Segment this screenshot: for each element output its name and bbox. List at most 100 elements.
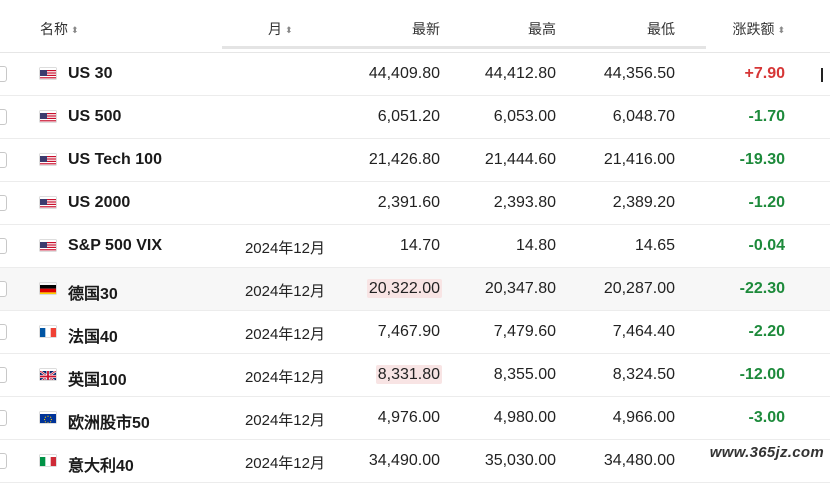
- low-price: 14.65: [634, 237, 675, 254]
- last-price: 34,490.00: [369, 452, 440, 470]
- last-price: 44,409.80: [369, 65, 440, 83]
- last-price: 20,322.00: [366, 279, 442, 298]
- instrument-name[interactable]: 意大利40: [68, 452, 134, 476]
- instrument-name[interactable]: 法国40: [68, 323, 118, 347]
- instrument-name[interactable]: 英国100: [68, 366, 127, 390]
- high-price: 20,347.80: [484, 280, 556, 297]
- high-price: 21,444.60: [484, 151, 556, 168]
- instrument-name[interactable]: US 2000: [68, 194, 130, 212]
- table-row[interactable]: US 2000 2,391.60 2,393.80 2,389.20 -1.20: [0, 182, 830, 225]
- row-checkbox[interactable]: [0, 281, 7, 297]
- table-row[interactable]: US Tech 100 21,426.80 21,444.60 21,416.00 -1…: [0, 139, 830, 182]
- table-row[interactable]: 欧洲股市50 2024年12月 4,976.00 4,980.00 4,966.00 -3…: [0, 397, 830, 440]
- eu-flag-icon: [40, 412, 56, 423]
- instrument-name[interactable]: US Tech 100: [68, 151, 162, 169]
- instrument-name[interactable]: US 500: [68, 108, 121, 126]
- last-price: 7,467.90: [378, 323, 440, 341]
- low-price: 2,389.20: [612, 194, 675, 211]
- change-value: +7.90: [744, 65, 785, 82]
- change-value: -12.00: [739, 366, 785, 383]
- last-price: 4,976.00: [378, 409, 440, 427]
- contract-month: 2024年12月: [244, 369, 325, 386]
- contract-month: 2024年12月: [244, 326, 325, 343]
- last-price-value: 6,051.20: [377, 108, 440, 125]
- high-price: 7,479.60: [493, 323, 556, 340]
- row-checkbox[interactable]: [0, 367, 7, 383]
- last-price-value: 20,322.00: [366, 279, 442, 298]
- it-flag-icon: [40, 455, 56, 466]
- row-checkbox[interactable]: [0, 410, 7, 426]
- low-price: 6,048.70: [612, 108, 675, 125]
- sort-icon: ⬍: [285, 25, 293, 35]
- contract-month: 2024年12月: [244, 283, 325, 300]
- table-header: 名称 ⬍ 月 ⬍ 最新 最高 最低 涨跌额 ⬍: [0, 0, 830, 53]
- row-checkbox[interactable]: [0, 66, 7, 82]
- col-header-change[interactable]: 涨跌额 ⬍: [732, 19, 785, 39]
- low-price: 20,287.00: [603, 280, 675, 297]
- col-header-month[interactable]: 月 ⬍: [268, 19, 293, 39]
- last-price-value: 8,331.80: [375, 365, 442, 384]
- low-price: 7,464.40: [612, 323, 675, 340]
- change-value: -1.70: [748, 108, 785, 125]
- change-value: -22.30: [739, 280, 785, 297]
- last-price-value: 7,467.90: [377, 323, 440, 340]
- table-row[interactable]: US 30 44,409.80 44,412.80 44,356.50 +7.90: [0, 53, 830, 96]
- row-checkbox[interactable]: [0, 324, 7, 340]
- row-checkbox[interactable]: [0, 109, 7, 125]
- last-price-value: 44,409.80: [368, 65, 440, 82]
- last-price-value: 2,391.60: [377, 194, 440, 211]
- header-scroll-indicator: [222, 46, 706, 49]
- col-header-change-label: 涨跌额: [732, 21, 775, 37]
- contract-month: 2024年12月: [244, 240, 325, 257]
- last-price: 8,331.80: [375, 365, 442, 384]
- us-flag-icon: [40, 197, 56, 208]
- low-price: 34,480.00: [603, 452, 675, 469]
- watermark: www.365jz.com: [709, 444, 824, 461]
- change-value: -0.04: [748, 237, 785, 254]
- table-row[interactable]: 英国100 2024年12月 8,331.80 8,355.00 8,324.50 -12…: [0, 354, 830, 397]
- col-header-low[interactable]: 最低: [647, 19, 675, 39]
- table-row[interactable]: S&P 500 VIX 2024年12月 14.70 14.80 14.65 -0.04: [0, 225, 830, 268]
- row-checkbox[interactable]: [0, 453, 7, 469]
- last-price: 2,391.60: [378, 194, 440, 212]
- instrument-name[interactable]: S&P 500 VIX: [68, 237, 162, 255]
- change-value: -2.20: [748, 323, 785, 340]
- instrument-name[interactable]: 德国30: [68, 280, 118, 304]
- us-flag-icon: [40, 154, 56, 165]
- contract-month: 2024年12月: [244, 455, 325, 472]
- low-price: 8,324.50: [612, 366, 675, 383]
- high-price: 14.80: [515, 237, 556, 254]
- high-price: 8,355.00: [493, 366, 556, 383]
- table-row[interactable]: 法国40 2024年12月 7,467.90 7,479.60 7,464.40 -2.2…: [0, 311, 830, 354]
- instrument-name[interactable]: 欧洲股市50: [68, 409, 150, 433]
- low-price: 4,966.00: [612, 409, 675, 426]
- col-header-month-label: 月: [268, 21, 282, 37]
- high-price: 35,030.00: [484, 452, 556, 469]
- col-header-name[interactable]: 名称 ⬍: [40, 19, 79, 39]
- change-value: -19.30: [739, 151, 785, 168]
- col-header-high[interactable]: 最高: [528, 19, 556, 39]
- high-price: 6,053.00: [493, 108, 556, 125]
- gb-flag-icon: [40, 369, 56, 380]
- table-row[interactable]: 德国30 2024年12月 20,322.00 20,347.80 20,287.00 -…: [0, 268, 830, 311]
- row-checkbox[interactable]: [0, 152, 7, 168]
- last-price-value: 4,976.00: [377, 409, 440, 426]
- low-price: 21,416.00: [603, 151, 675, 168]
- us-flag-icon: [40, 240, 56, 251]
- instrument-name[interactable]: US 30: [68, 65, 112, 83]
- right-edge-marker: [821, 68, 823, 82]
- row-checkbox[interactable]: [0, 238, 7, 254]
- table-row[interactable]: US 500 6,051.20 6,053.00 6,048.70 -1.70: [0, 96, 830, 139]
- high-price: 2,393.80: [493, 194, 556, 211]
- row-checkbox[interactable]: [0, 195, 7, 211]
- last-price-value: 21,426.80: [368, 151, 440, 168]
- sort-icon: ⬍: [777, 25, 785, 35]
- us-flag-icon: [40, 111, 56, 122]
- col-header-last[interactable]: 最新: [412, 19, 440, 39]
- us-flag-icon: [40, 68, 56, 79]
- high-price: 44,412.80: [484, 65, 556, 82]
- change-value: -1.20: [748, 194, 785, 211]
- last-price-value: 14.70: [399, 237, 440, 254]
- table-row[interactable]: 意大利40 2024年12月 34,490.00 35,030.00 34,480.00: [0, 440, 830, 483]
- col-header-name-label: 名称: [40, 21, 68, 37]
